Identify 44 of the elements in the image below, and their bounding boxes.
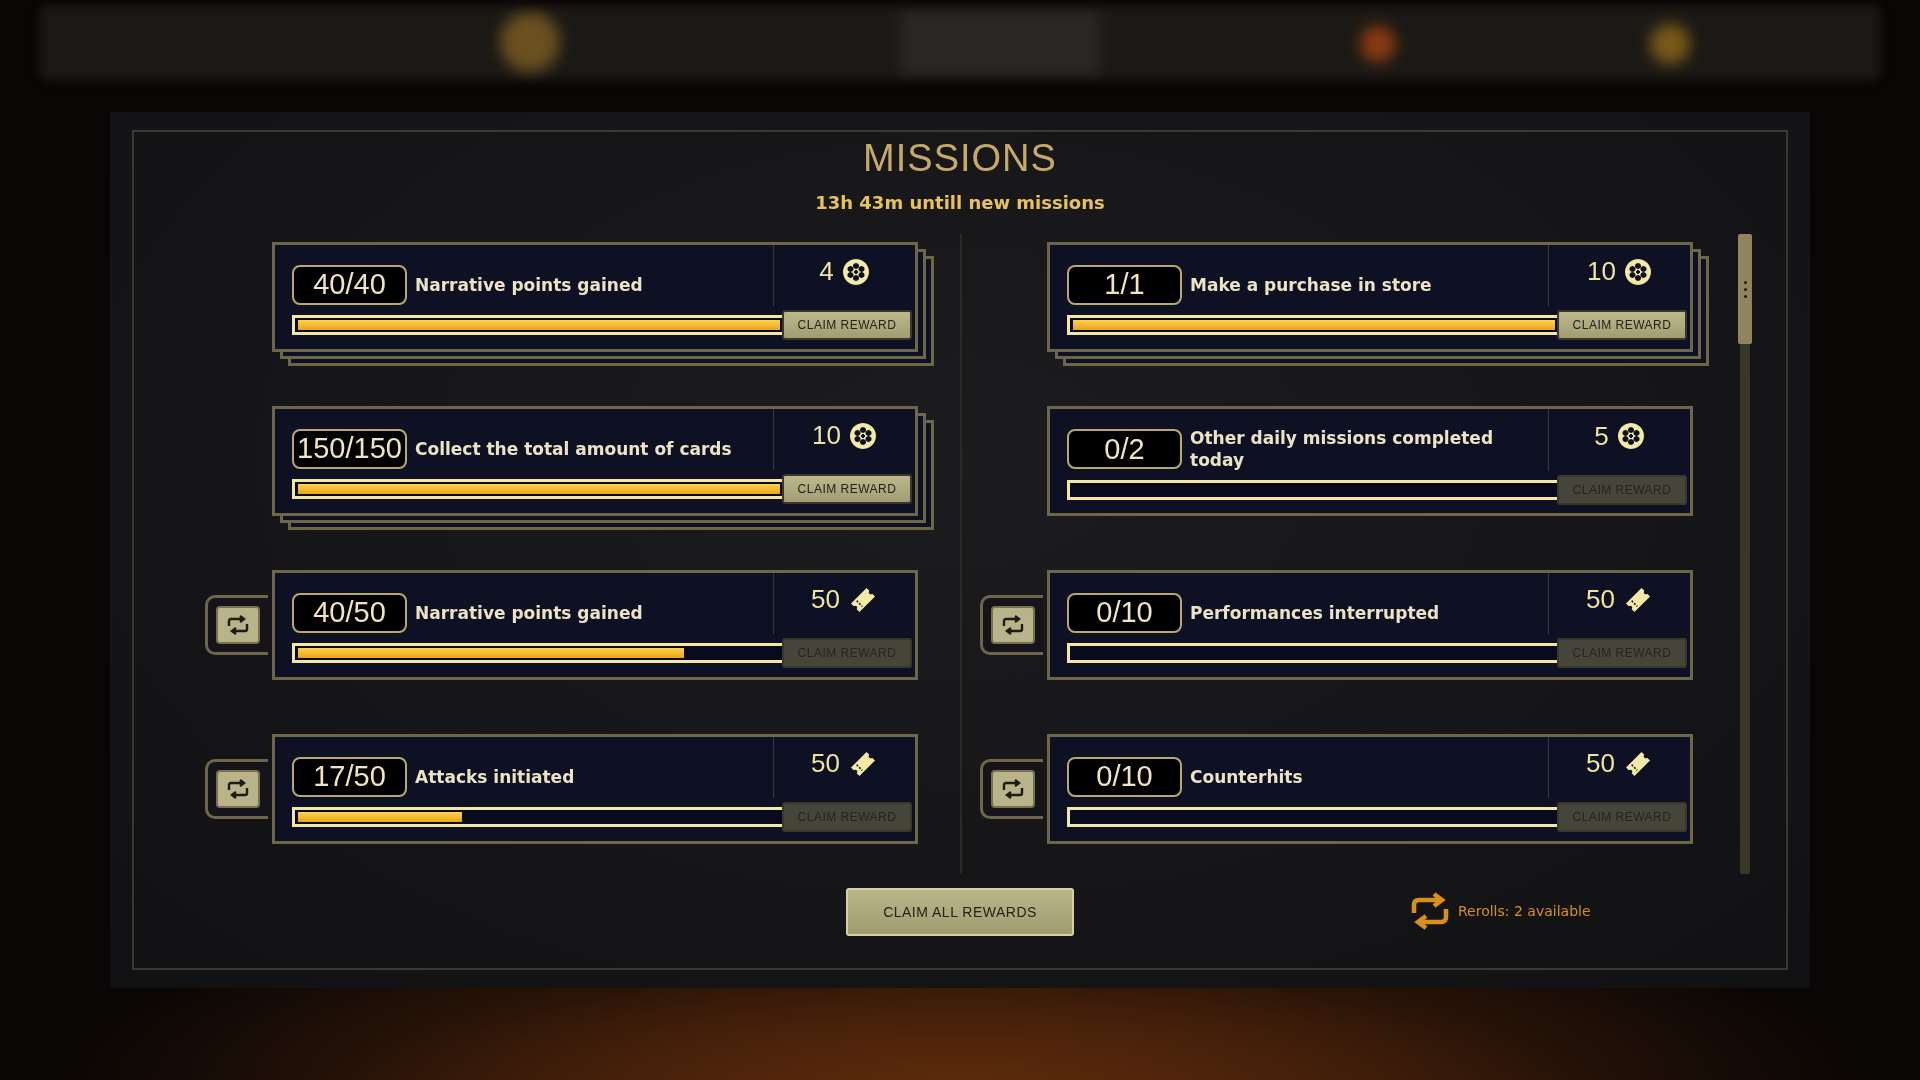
- reward-amount: 4: [819, 256, 834, 287]
- reel-icon: [848, 421, 877, 450]
- progress-count: 40/40: [292, 264, 407, 305]
- progress-count: 0/10: [1067, 592, 1182, 633]
- reward-amount: 50: [811, 748, 840, 779]
- progress-count: 1/1: [1067, 264, 1182, 305]
- reward-amount: 50: [1586, 584, 1615, 615]
- progress-count: 40/50: [292, 592, 407, 633]
- reward-amount: 10: [812, 420, 841, 451]
- claim-reward-button[interactable]: CLAIM REWARD: [782, 474, 912, 504]
- reel-icon: [1616, 422, 1645, 450]
- reroll-icon: [225, 615, 251, 635]
- reroll-button[interactable]: [216, 770, 260, 808]
- progress-count: 0/10: [1067, 756, 1182, 797]
- mission-text: Other daily missions completed today: [1190, 427, 1495, 471]
- progress-count: 150/150: [292, 428, 407, 469]
- reward-amount: 5: [1594, 420, 1609, 452]
- mission-text: Narrative points gained: [415, 601, 644, 624]
- reroll-icon: [1000, 779, 1026, 799]
- scrollbar-thumb[interactable]: [1738, 234, 1752, 344]
- mission-text: Attacks initiated: [415, 765, 576, 788]
- mission-text: Narrative points gained: [415, 273, 644, 296]
- reroll-button[interactable]: [991, 606, 1035, 644]
- claim-reward-button[interactable]: CLAIM REWARD: [1557, 310, 1687, 340]
- claim-all-button[interactable]: CLAIM ALL REWARDS: [846, 888, 1074, 936]
- mission-text: Counterhits: [1190, 765, 1304, 788]
- mission-text: Collect the total amount of cards: [415, 437, 733, 460]
- progress-count: 0/2: [1067, 429, 1182, 469]
- mission-text: Make a purchase in store: [1190, 273, 1433, 296]
- progress-count: 17/50: [292, 756, 407, 797]
- reroll-icon: [225, 779, 251, 799]
- reel-icon: [1623, 257, 1652, 286]
- reroll-icon: [1000, 615, 1026, 635]
- rerolls-text: Rerolls: 2 available: [1458, 903, 1591, 919]
- mission-text: Performances interrupted: [1190, 601, 1441, 624]
- reroll-button[interactable]: [991, 770, 1035, 808]
- reel-icon: [841, 257, 870, 286]
- panel-title: MISSIONS: [863, 136, 1057, 180]
- claim-reward-button[interactable]: CLAIM REWARD: [782, 310, 912, 340]
- reward-amount: 50: [1586, 748, 1615, 779]
- reward-amount: 50: [811, 584, 840, 615]
- reroll-button[interactable]: [216, 606, 260, 644]
- countdown-text: 13h 43m untill new missions: [815, 192, 1105, 214]
- reward-amount: 10: [1587, 256, 1616, 287]
